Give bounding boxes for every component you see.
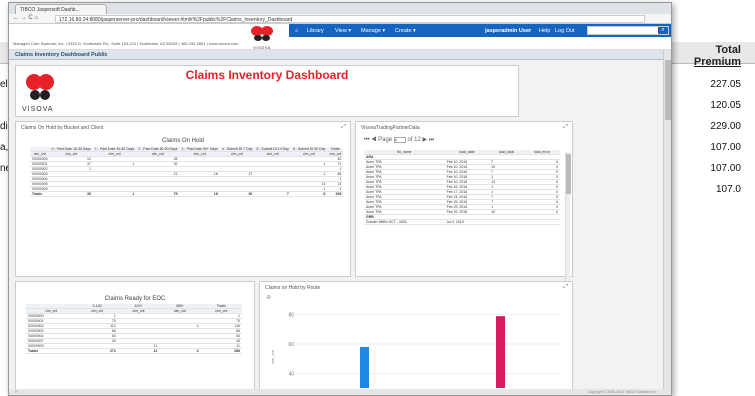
nav-manage[interactable]: Manage ▾ — [361, 28, 385, 34]
butterfly-icon — [251, 26, 273, 41]
logo-text: VISOVA — [22, 106, 54, 113]
top-nav-bar: ⌂ Library View ▾ Manage ▾ Create ▾ jaspe… — [289, 24, 671, 37]
y-axis-label: clm_cnt — [270, 349, 275, 364]
trading-partner-table: tbl_name load_date load_total load_error… — [364, 150, 560, 225]
browser-tab-bar: TIBCO Jaspersoft Dashb... — [9, 3, 671, 14]
last-page-button[interactable]: ⏭ — [429, 137, 434, 143]
claims-ready-eoc-rows: 00000000 1 1 00000001 70 70 00000002 112 4 116 000… — [26, 313, 242, 354]
browser-toolbar: ← → C ⌂ 172.16.80.24:8080/jasperserver-p… — [9, 14, 671, 24]
table-title: Claims On Hold — [161, 138, 204, 144]
y-tick-label: 80 — [288, 313, 294, 319]
dashboard-title: Claims Inventory Dashboard — [185, 68, 349, 82]
totals-row: Totals 35 1 79 16 30 7 8 205 — [30, 191, 344, 197]
pager: ⏮ ◀ Page of 12 ▶ ⏭ — [356, 134, 572, 146]
logout-link[interactable]: Log Out — [555, 28, 575, 34]
home-icon[interactable]: ⌂ — [295, 28, 298, 34]
route-bar[interactable] — [360, 346, 369, 388]
search-icon[interactable]: ⌕ — [658, 27, 668, 34]
totals-row: Totals 271 11 4 286 — [26, 348, 242, 354]
nav-view[interactable]: View ▾ — [335, 28, 351, 34]
panel-claims-by-route: Claims on Hold by Route ⤢ ⊕ 40 60 80 clm_cn… — [259, 281, 573, 391]
claims-on-hold-rows: 00000000 12 28 40 00000001 37 1 32 1 71 00000002 1 1… — [30, 156, 344, 197]
y-tick-label: 60 — [288, 342, 294, 348]
prev-page-button[interactable]: ◀ — [371, 137, 376, 143]
search-input[interactable]: ⌕ — [587, 26, 669, 35]
panel-trading-partner: VisovaTradingPartnerData ⤢ ⏮ ◀ Page of 1… — [355, 121, 573, 362]
nav-help[interactable]: Help — [539, 28, 550, 34]
panel-title: VisovaTradingPartnerData — [361, 125, 420, 131]
route-bar[interactable] — [496, 316, 505, 388]
title-panel: VISOVA Claims Inventory Dashboard — [15, 65, 519, 117]
page-scrollbar[interactable] — [663, 50, 671, 395]
first-page-button[interactable]: ⏮ — [364, 137, 369, 143]
page-number-input[interactable] — [393, 136, 406, 143]
next-page-button[interactable]: ▶ — [423, 137, 428, 143]
table-title: Claims Ready for EOC — [104, 296, 166, 302]
address-bar[interactable]: 172.16.80.24:8080/jasperserver-pro/dashb… — [55, 15, 645, 23]
nav-create[interactable]: Create ▾ — [395, 28, 416, 34]
visova-logo: VISOVA — [249, 25, 275, 50]
panel-claims-on-hold: Claims On Hold by Bucket and Client ⤢ Cl… — [15, 121, 351, 277]
page-footer: Fi Copyright © 2005-2015 TIBCO Software … — [9, 389, 671, 395]
claims-ready-eoc-table: 0-100 100+ 365+ Totals clm_cnt clm_cnt cl… — [26, 304, 242, 354]
nav-library[interactable]: Library — [307, 28, 324, 34]
y-tick-label: 40 — [288, 371, 294, 377]
total-premium-header: Total Premium — [693, 44, 741, 68]
user-menu[interactable]: jasperadmin User — [485, 28, 531, 34]
expand-icon[interactable]: ⤢ — [341, 124, 346, 131]
claims-on-hold-table: 0 - Paid Date 15-30 Days 1 - Paid Date 3… — [30, 147, 344, 197]
panel-claims-ready-eoc: Claims Ready for EOC 0-100 100+ 365+ Tot… — [15, 281, 255, 391]
dashboard-name: Claims Inventory Dashboard Public — [9, 50, 671, 60]
expand-icon[interactable]: ⤢ — [563, 124, 568, 131]
table-row: Gunder Mifflin SCT - 4/5/6 Jul 9, 2015 — [364, 219, 560, 225]
browser-nav-icons[interactable]: ← → C ⌂ — [13, 15, 38, 21]
trading-partner-rows: ARA Anne TPA Feb 10, 2016 7 0 Anne TPA Feb 10,… — [364, 154, 560, 225]
app-header: Managed Care Systems, Inc. | 9333 N. Sco… — [9, 24, 671, 50]
browser-window: TIBCO Jaspersoft Dashb... ← → C ⌂ 172.16… — [8, 2, 672, 396]
browser-tab[interactable]: TIBCO Jaspersoft Dashb... — [15, 4, 107, 14]
panel-title: Claims on Hold by Route — [265, 285, 321, 291]
expand-icon[interactable]: ⤢ — [563, 284, 568, 291]
panel-title: Claims On Hold by Bucket and Client — [21, 125, 104, 131]
company-info: Managed Care Systems, Inc. | 9333 N. Sco… — [13, 41, 239, 46]
route-bar-chart: 40 60 80 clm_cnt — [270, 313, 560, 388]
